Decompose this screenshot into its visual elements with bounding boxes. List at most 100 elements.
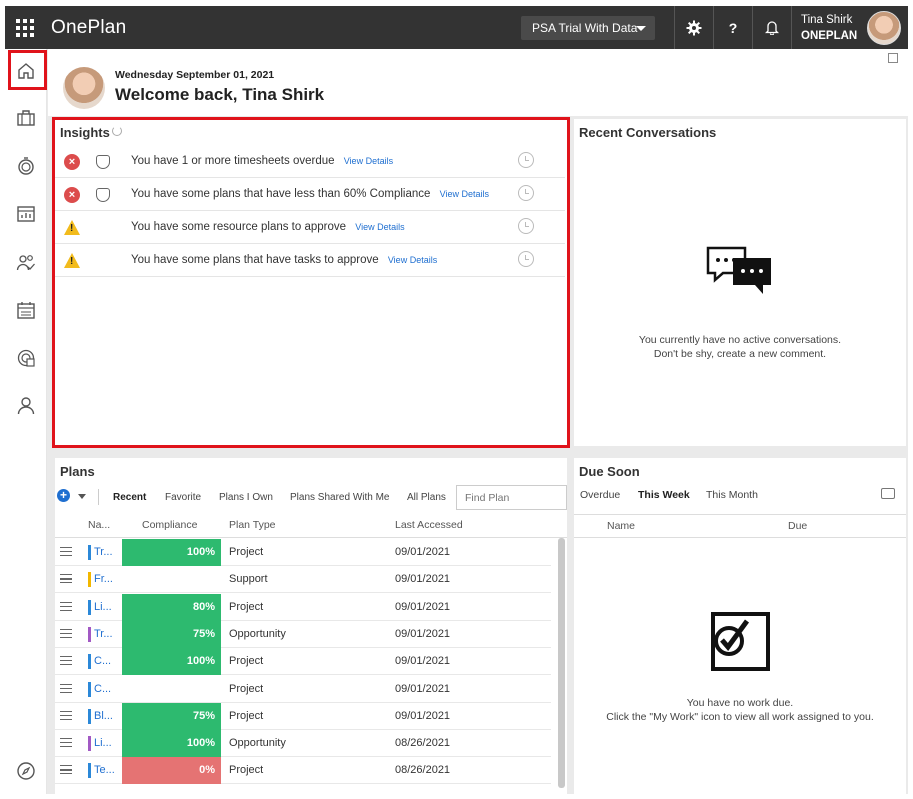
plan-name-link[interactable]: Te...: [94, 764, 115, 776]
plan-type-cell: Project: [229, 546, 264, 558]
table-row[interactable]: Li... 80% Project 09/01/2021: [55, 593, 551, 621]
nav-reports[interactable]: [14, 202, 38, 226]
plan-type-cell: Project: [229, 764, 264, 777]
table-row[interactable]: Li... 100% Opportunity 08/26/2021: [55, 730, 551, 758]
tab-this-month[interactable]: This Month: [706, 489, 758, 501]
plan-selector-label: PSA Trial With Data: [532, 21, 638, 35]
chevron-down-icon[interactable]: [78, 494, 86, 499]
briefcase-icon[interactable]: [881, 488, 895, 499]
table-row[interactable]: Tr... 75% Opportunity 09/01/2021: [55, 620, 551, 648]
person-icon: [17, 397, 35, 415]
empty-line: Don't be shy, create a new comment.: [653, 348, 827, 360]
add-plan-button[interactable]: +: [57, 489, 70, 502]
stopwatch-icon: [18, 157, 34, 175]
column-header-name[interactable]: Name: [607, 520, 635, 532]
compliance-cell: 100%: [122, 648, 221, 676]
chat-bubbles-icon: [706, 246, 771, 294]
drag-handle-icon[interactable]: [60, 656, 72, 666]
nav-portfolio[interactable]: [14, 106, 38, 130]
column-header-last-accessed[interactable]: Last Accessed: [395, 519, 463, 531]
tab-plans-i-own[interactable]: Plans I Own: [219, 492, 273, 503]
conversations-panel: Recent Conversations You currently have …: [574, 119, 906, 446]
gear-icon: [686, 20, 702, 35]
briefcase-icon: [17, 110, 35, 126]
tab-recent[interactable]: Recent: [113, 492, 146, 503]
empty-line: Click the "My Work" icon to view all wor…: [606, 711, 874, 723]
table-row[interactable]: Fr... Support 09/01/2021: [55, 566, 551, 594]
plan-name-link[interactable]: Tr...: [94, 628, 113, 640]
drag-handle-icon[interactable]: [60, 601, 72, 611]
conversations-empty-message: You currently have no active conversatio…: [574, 333, 906, 361]
nav-profile[interactable]: [14, 393, 38, 417]
find-plan-input[interactable]: [456, 485, 567, 510]
last-accessed-cell: 09/01/2021: [395, 655, 451, 668]
plan-color-bar: [88, 572, 91, 588]
plan-color-bar: [88, 681, 91, 697]
drag-handle-icon[interactable]: [60, 683, 72, 693]
divider: [791, 6, 792, 49]
plan-name-link[interactable]: Tr...: [94, 546, 113, 558]
settings-button[interactable]: [675, 6, 713, 49]
bell-icon: [765, 21, 779, 35]
scrollbar[interactable]: [558, 538, 565, 788]
plan-name-link[interactable]: C...: [94, 683, 111, 695]
app-launcher-button[interactable]: [5, 6, 45, 49]
people-check-icon: [16, 255, 35, 271]
nav-explore[interactable]: [14, 759, 38, 783]
avatar[interactable]: [867, 11, 901, 45]
nav-timesheets[interactable]: [14, 154, 38, 178]
notifications-button[interactable]: [753, 6, 791, 49]
column-header-name[interactable]: Na...: [88, 519, 110, 531]
nav-calendar[interactable]: [14, 298, 38, 322]
help-button[interactable]: ?: [714, 6, 752, 49]
table-row[interactable]: Tr... 100% Project 09/01/2021: [55, 539, 551, 566]
drag-handle-icon[interactable]: [60, 710, 72, 720]
drag-handle-icon[interactable]: [60, 738, 72, 748]
expand-icon[interactable]: [888, 53, 898, 63]
drag-handle-icon[interactable]: [60, 628, 72, 638]
nav-analytics[interactable]: [14, 346, 38, 370]
top-bar: OnePlan PSA Trial With Data ? Tina Shirk…: [5, 6, 908, 49]
table-row[interactable]: Bl... 75% Project 09/01/2021: [55, 702, 551, 730]
plan-name-link[interactable]: Li...: [94, 601, 112, 613]
compliance-cell: [122, 566, 221, 593]
table-row[interactable]: C... 100% Project 09/01/2021: [55, 648, 551, 676]
tab-plans-shared[interactable]: Plans Shared With Me: [290, 492, 390, 503]
last-accessed-cell: 09/01/2021: [395, 600, 451, 613]
tab-all-plans[interactable]: All Plans: [407, 492, 446, 503]
plan-name-link[interactable]: Bl...: [94, 710, 113, 722]
tab-favorite[interactable]: Favorite: [165, 492, 201, 503]
org-name: ONEPLAN: [801, 30, 858, 42]
app-title[interactable]: OnePlan: [51, 17, 126, 39]
plan-color-bar: [88, 708, 91, 724]
plan-selector-dropdown[interactable]: PSA Trial With Data: [521, 16, 655, 40]
drag-handle-icon[interactable]: [60, 547, 72, 556]
welcome-header: Wednesday September 01, 2021 Welcome bac…: [48, 49, 908, 116]
compliance-cell: 0%: [122, 757, 221, 785]
plan-name-link[interactable]: C...: [94, 655, 111, 667]
due-table-header: Name Due: [574, 514, 906, 538]
tab-overdue[interactable]: Overdue: [580, 489, 620, 501]
column-header-due[interactable]: Due: [788, 520, 807, 532]
empty-line: You have no work due.: [686, 697, 794, 709]
nav-resources[interactable]: [14, 251, 38, 275]
tab-this-week[interactable]: This Week: [638, 489, 690, 501]
column-header-plan-type[interactable]: Plan Type: [229, 519, 276, 531]
table-row[interactable]: C... Project 09/01/2021: [55, 676, 551, 703]
last-accessed-cell: 09/01/2021: [395, 627, 451, 640]
drag-handle-icon[interactable]: [60, 574, 72, 584]
drag-handle-icon[interactable]: [60, 765, 72, 775]
due-soon-panel: Due Soon Overdue This Week This Month Na…: [574, 458, 906, 794]
report-icon: [17, 206, 35, 222]
plan-name-link[interactable]: Li...: [94, 737, 112, 749]
column-header-compliance[interactable]: Compliance: [142, 519, 197, 531]
compliance-cell: 100%: [122, 730, 221, 758]
calendar-icon: [17, 302, 35, 319]
plan-name-link[interactable]: Fr...: [94, 573, 113, 585]
help-icon: ?: [728, 19, 738, 36]
compliance-cell: 80%: [122, 593, 221, 621]
user-info[interactable]: Tina Shirk ONEPLAN: [801, 12, 857, 44]
plans-panel: Plans + Recent Favorite Plans I Own Plan…: [55, 458, 567, 794]
table-row[interactable]: Te... 0% Project 08/26/2021: [55, 757, 551, 785]
chevron-down-icon: [636, 26, 646, 31]
